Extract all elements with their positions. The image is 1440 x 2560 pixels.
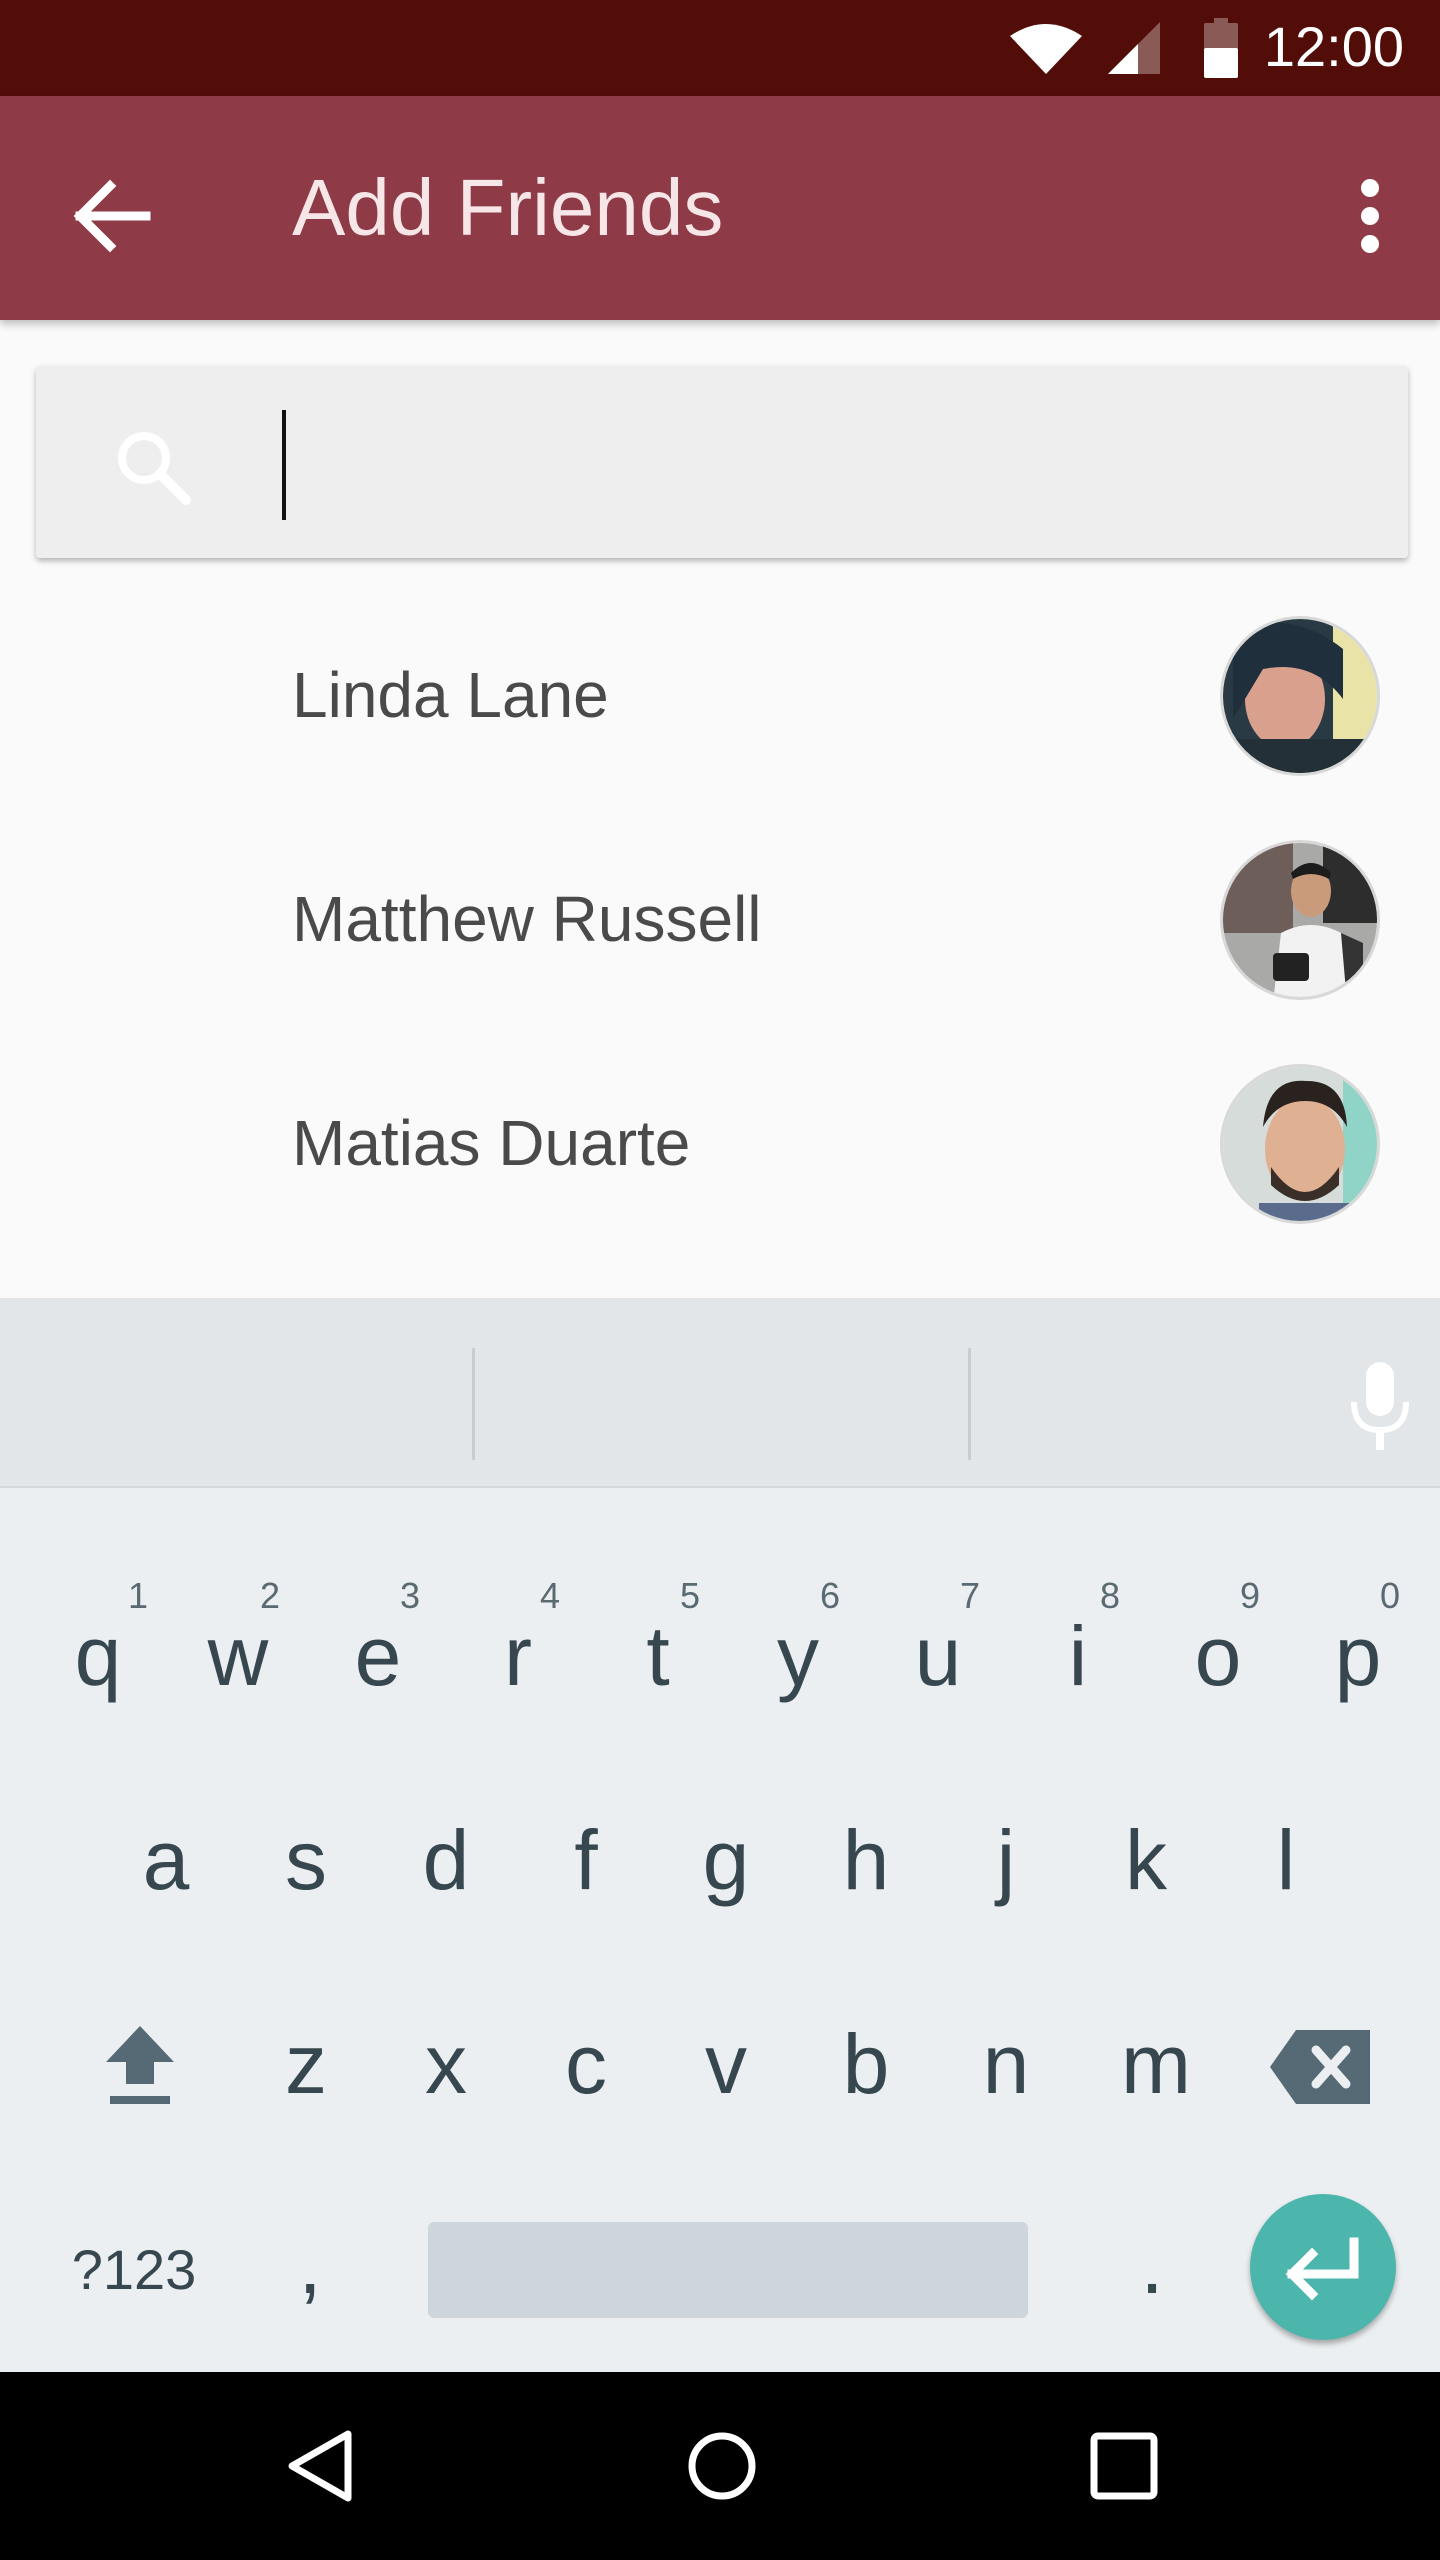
key-j[interactable]: j — [966, 1818, 1046, 1902]
more-vert-icon[interactable] — [1330, 164, 1410, 268]
list-item[interactable]: Matthew Russell — [0, 808, 1440, 1032]
key-g[interactable]: g — [686, 1818, 766, 1902]
key-label: t — [646, 1609, 670, 1703]
key-f[interactable]: f — [546, 1818, 626, 1902]
recents-square-icon[interactable] — [1086, 2428, 1162, 2504]
key-k[interactable]: k — [1106, 1818, 1186, 1902]
backspace-icon[interactable] — [1270, 2030, 1370, 2104]
key-c[interactable]: c — [546, 2022, 626, 2106]
search-input[interactable] — [286, 396, 1366, 528]
key-label: u — [914, 1609, 962, 1703]
key-hint: 8 — [1100, 1575, 1121, 1616]
key-o[interactable]: o 9 — [1178, 1578, 1260, 1699]
space-key[interactable] — [428, 2222, 1028, 2318]
status-bar: 12:00 — [0, 0, 1440, 96]
suggestion-divider — [968, 1348, 971, 1460]
microphone-icon[interactable] — [1340, 1358, 1420, 1454]
key-hint: 0 — [1380, 1575, 1401, 1616]
list-item[interactable]: Matias Duarte — [0, 1032, 1440, 1256]
avatar — [1220, 616, 1380, 776]
key-a[interactable]: a — [126, 1818, 206, 1902]
search-box[interactable] — [36, 366, 1408, 558]
key-t[interactable]: t 5 — [618, 1578, 700, 1699]
key-label: p — [1334, 1609, 1382, 1703]
key-b[interactable]: b — [826, 2022, 906, 2106]
key-p[interactable]: p 0 — [1318, 1578, 1400, 1699]
key-n[interactable]: n — [966, 2022, 1046, 2106]
contact-name: Matias Duarte — [292, 1107, 691, 1179]
page-title: Add Friends — [292, 163, 724, 252]
key-label: o — [1194, 1609, 1242, 1703]
search-icon — [118, 432, 191, 505]
key-z[interactable]: z — [266, 2022, 346, 2106]
period-key[interactable]: . — [1112, 2222, 1192, 2306]
battery-icon — [1204, 18, 1238, 78]
key-d[interactable]: d — [406, 1818, 486, 1902]
home-circle-icon[interactable] — [684, 2428, 760, 2504]
enter-button[interactable] — [1250, 2194, 1396, 2340]
key-r[interactable]: r 4 — [478, 1578, 560, 1699]
shift-icon[interactable] — [100, 2022, 180, 2106]
key-q[interactable]: q 1 — [58, 1578, 148, 1699]
key-label: w — [207, 1609, 269, 1703]
contact-name: Linda Lane — [292, 659, 609, 731]
key-hint: 4 — [540, 1575, 561, 1616]
enter-icon — [1285, 2237, 1359, 2301]
wifi-icon — [1010, 24, 1082, 74]
status-time: 12:00 — [1263, 15, 1404, 78]
symbols-key[interactable]: ?123 — [64, 2242, 204, 2298]
key-i[interactable]: i 8 — [1038, 1578, 1120, 1699]
key-l[interactable]: l — [1246, 1818, 1326, 1902]
key-h[interactable]: h — [826, 1818, 906, 1902]
navigation-bar — [0, 2372, 1440, 2560]
comma-key[interactable]: , — [280, 2222, 340, 2306]
suggestion-divider — [472, 1348, 475, 1460]
key-hint: 1 — [128, 1575, 149, 1616]
avatar — [1220, 840, 1380, 1000]
key-m[interactable]: m — [1106, 2022, 1206, 2106]
back-triangle-icon[interactable] — [282, 2428, 358, 2504]
key-hint: 7 — [960, 1575, 981, 1616]
key-y[interactable]: y 6 — [758, 1578, 840, 1699]
key-w[interactable]: w 2 — [198, 1578, 280, 1699]
key-hint: 3 — [400, 1575, 421, 1616]
suggestion-strip — [0, 1298, 1440, 1488]
contact-name: Matthew Russell — [292, 883, 762, 955]
list-item[interactable]: Linda Lane — [0, 584, 1440, 808]
arrow-back-icon[interactable] — [60, 164, 164, 268]
key-label: y — [777, 1609, 819, 1703]
soft-keyboard: q 1 w 2 e 3 r 4 t 5 y 6 u 7 i 8 o 9 p 0 … — [0, 1298, 1440, 2372]
key-hint: 9 — [1240, 1575, 1261, 1616]
key-hint: 5 — [680, 1575, 701, 1616]
cell-signal-icon — [1108, 22, 1160, 74]
key-v[interactable]: v — [686, 2022, 766, 2106]
key-hint: 2 — [260, 1575, 281, 1616]
key-x[interactable]: x — [406, 2022, 486, 2106]
key-label: i — [1068, 1609, 1088, 1703]
key-label: q — [74, 1609, 122, 1703]
key-hint: 6 — [820, 1575, 841, 1616]
key-e[interactable]: e 3 — [338, 1578, 420, 1699]
avatar — [1220, 1064, 1380, 1224]
key-label: e — [354, 1609, 402, 1703]
app-bar: Add Friends — [0, 96, 1440, 320]
key-u[interactable]: u 7 — [898, 1578, 980, 1699]
key-s[interactable]: s — [266, 1818, 346, 1902]
key-label: r — [504, 1609, 532, 1703]
